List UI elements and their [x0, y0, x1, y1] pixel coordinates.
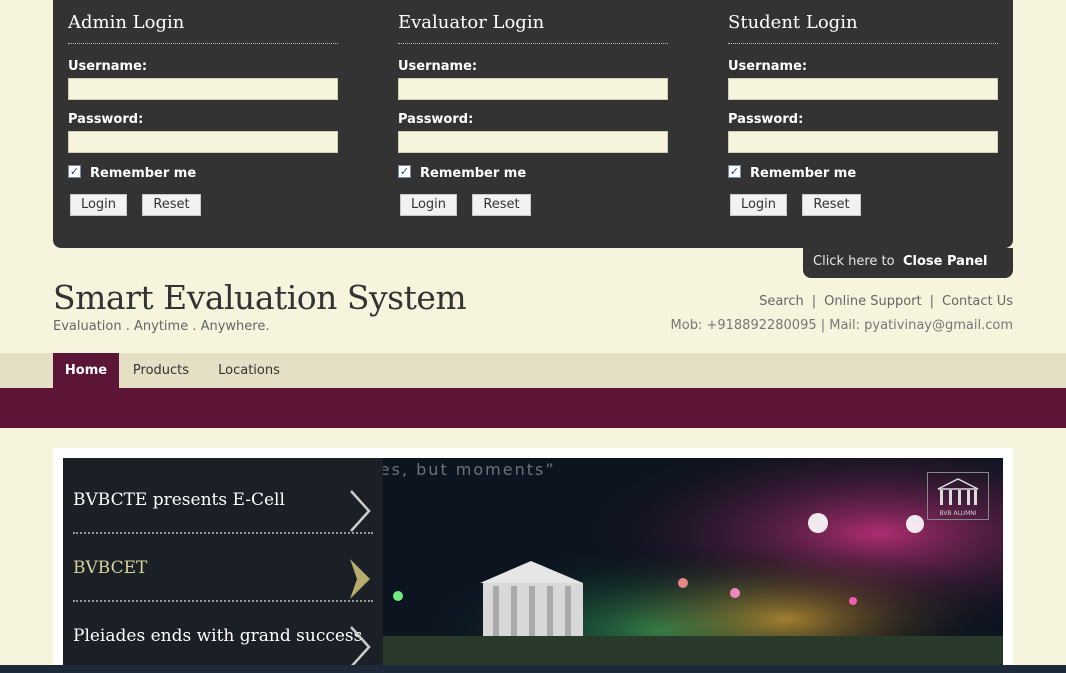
- student-reset-button[interactable]: Reset: [802, 194, 861, 216]
- slide-item[interactable]: BVBCET: [63, 536, 373, 602]
- student-password-label: Password:: [728, 112, 804, 127]
- link-separator: |: [929, 294, 934, 309]
- nav-item-home[interactable]: Home: [53, 353, 119, 388]
- close-panel-prefix: Click here to: [813, 254, 895, 269]
- evaluator-username-label: Username:: [398, 59, 478, 74]
- admin-remember-checkbox[interactable]: ✓: [68, 165, 81, 178]
- site-tagline: Evaluation . Anytime . Anywhere.: [53, 319, 270, 334]
- contact-us-link[interactable]: Contact Us: [942, 294, 1013, 309]
- chevron-right-icon: [350, 559, 370, 599]
- alumni-logo-text: BVB ALUMNI: [939, 510, 977, 517]
- featured-slider: “Life isn’t a matter of milestones, but …: [63, 458, 1003, 673]
- admin-username-input[interactable]: [68, 78, 338, 100]
- evaluator-username-input[interactable]: [398, 78, 668, 100]
- admin-username-label: Username:: [68, 59, 148, 74]
- admin-reset-button[interactable]: Reset: [142, 194, 201, 216]
- evaluator-reset-button[interactable]: Reset: [472, 194, 531, 216]
- slide-divider: [73, 532, 373, 534]
- online-support-link[interactable]: Online Support: [824, 294, 921, 309]
- evaluator-password-label: Password:: [398, 112, 474, 127]
- student-remember-label: Remember me: [750, 166, 857, 181]
- admin-password-label: Password:: [68, 112, 144, 127]
- slide-item-title: BVBCTE presents E-Cell: [73, 490, 285, 510]
- evaluator-password-input[interactable]: [398, 131, 668, 153]
- main-nav: Home Products Locations: [0, 353, 1066, 388]
- link-separator: |: [811, 294, 817, 309]
- student-password-input[interactable]: [728, 131, 998, 153]
- alumni-logo: BVB ALUMNI: [927, 472, 989, 520]
- site-title: Smart Evaluation System: [53, 278, 467, 317]
- building-logo-icon: [937, 478, 979, 505]
- student-username-label: Username:: [728, 59, 808, 74]
- student-login-button[interactable]: Login: [730, 194, 787, 216]
- student-login-title: Student Login: [728, 12, 998, 44]
- chevron-right-icon: [350, 490, 371, 532]
- admin-login-button[interactable]: Login: [70, 194, 127, 216]
- slide-divider: [73, 600, 373, 602]
- student-username-input[interactable]: [728, 78, 998, 100]
- slide-item-title: Pleiades ends with grand success: [73, 626, 363, 646]
- chevron-right-icon: [350, 626, 371, 668]
- contact-info: Mob: +918892280095 | Mail: pyativinay@gm…: [670, 318, 1013, 333]
- accent-band: [0, 388, 1066, 428]
- close-panel-link[interactable]: Close Panel: [903, 254, 988, 269]
- evaluator-remember-checkbox[interactable]: ✓: [398, 165, 411, 178]
- admin-password-input[interactable]: [68, 131, 338, 153]
- slide-item[interactable]: BVBCTE presents E-Cell: [63, 468, 373, 534]
- admin-remember-label: Remember me: [90, 166, 197, 181]
- top-links: Search | Online Support | Contact Us: [759, 294, 1013, 309]
- login-panel: Admin Login Username: Password: ✓ Rememb…: [53, 0, 1013, 248]
- os-taskbar: [0, 665, 1066, 673]
- student-remember-checkbox[interactable]: ✓: [728, 165, 741, 178]
- nav-item-products[interactable]: Products: [124, 353, 198, 388]
- search-link[interactable]: Search: [759, 294, 804, 309]
- admin-login-title: Admin Login: [68, 12, 338, 44]
- slider-menu: BVBCTE presents E-Cell BVBCET Pleiades e…: [63, 458, 383, 673]
- slide-item-title: BVBCET: [73, 558, 148, 578]
- nav-item-locations[interactable]: Locations: [210, 353, 288, 388]
- slide-item[interactable]: Pleiades ends with grand success: [63, 604, 373, 670]
- close-panel-tab[interactable]: Click here to Close Panel: [803, 248, 1013, 278]
- evaluator-remember-label: Remember me: [420, 166, 527, 181]
- evaluator-login-title: Evaluator Login: [398, 12, 668, 44]
- evaluator-login-button[interactable]: Login: [400, 194, 457, 216]
